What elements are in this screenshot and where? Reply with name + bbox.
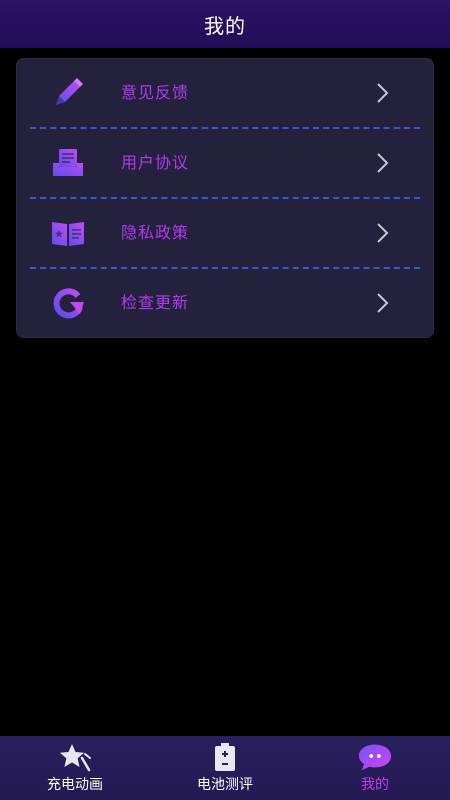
tab-mine[interactable]: 我的 <box>300 736 450 800</box>
page-title: 我的 <box>204 13 246 38</box>
screen: 我的 意见反馈 用户协议 隐私政策 检查更新 充电动画 电池测评 我的 <box>0 0 450 800</box>
pencil-icon <box>50 75 86 111</box>
tab-battery-test[interactable]: 电池测评 <box>150 736 300 800</box>
tab-label: 电池测评 <box>197 777 253 793</box>
menu-item-check-update[interactable]: 检查更新 <box>16 268 434 338</box>
settings-menu: 意见反馈 用户协议 隐私政策 检查更新 <box>16 58 434 338</box>
chat-bubble-icon <box>357 742 393 772</box>
menu-item-user-agreement[interactable]: 用户协议 <box>16 128 434 198</box>
refresh-icon <box>50 285 86 321</box>
star-icon <box>57 742 93 772</box>
chevron-right-icon <box>377 153 389 173</box>
menu-item-label: 意见反馈 <box>121 83 190 102</box>
bottom-tab-bar: 充电动画 电池测评 我的 <box>0 736 450 800</box>
menu-item-feedback[interactable]: 意见反馈 <box>16 58 434 128</box>
open-book-icon <box>50 215 86 251</box>
tab-charge-animation[interactable]: 充电动画 <box>0 736 150 800</box>
menu-item-label: 检查更新 <box>121 293 190 312</box>
battery-icon <box>207 742 243 772</box>
tab-label: 我的 <box>361 777 389 793</box>
document-tray-icon <box>50 145 86 181</box>
chevron-right-icon <box>377 293 389 313</box>
menu-item-privacy-policy[interactable]: 隐私政策 <box>16 198 434 268</box>
chevron-right-icon <box>377 223 389 243</box>
tab-label: 充电动画 <box>47 777 103 793</box>
menu-item-label: 隐私政策 <box>121 223 190 242</box>
header-bar: 我的 <box>0 0 450 48</box>
chevron-right-icon <box>377 83 389 103</box>
menu-item-label: 用户协议 <box>121 153 190 172</box>
